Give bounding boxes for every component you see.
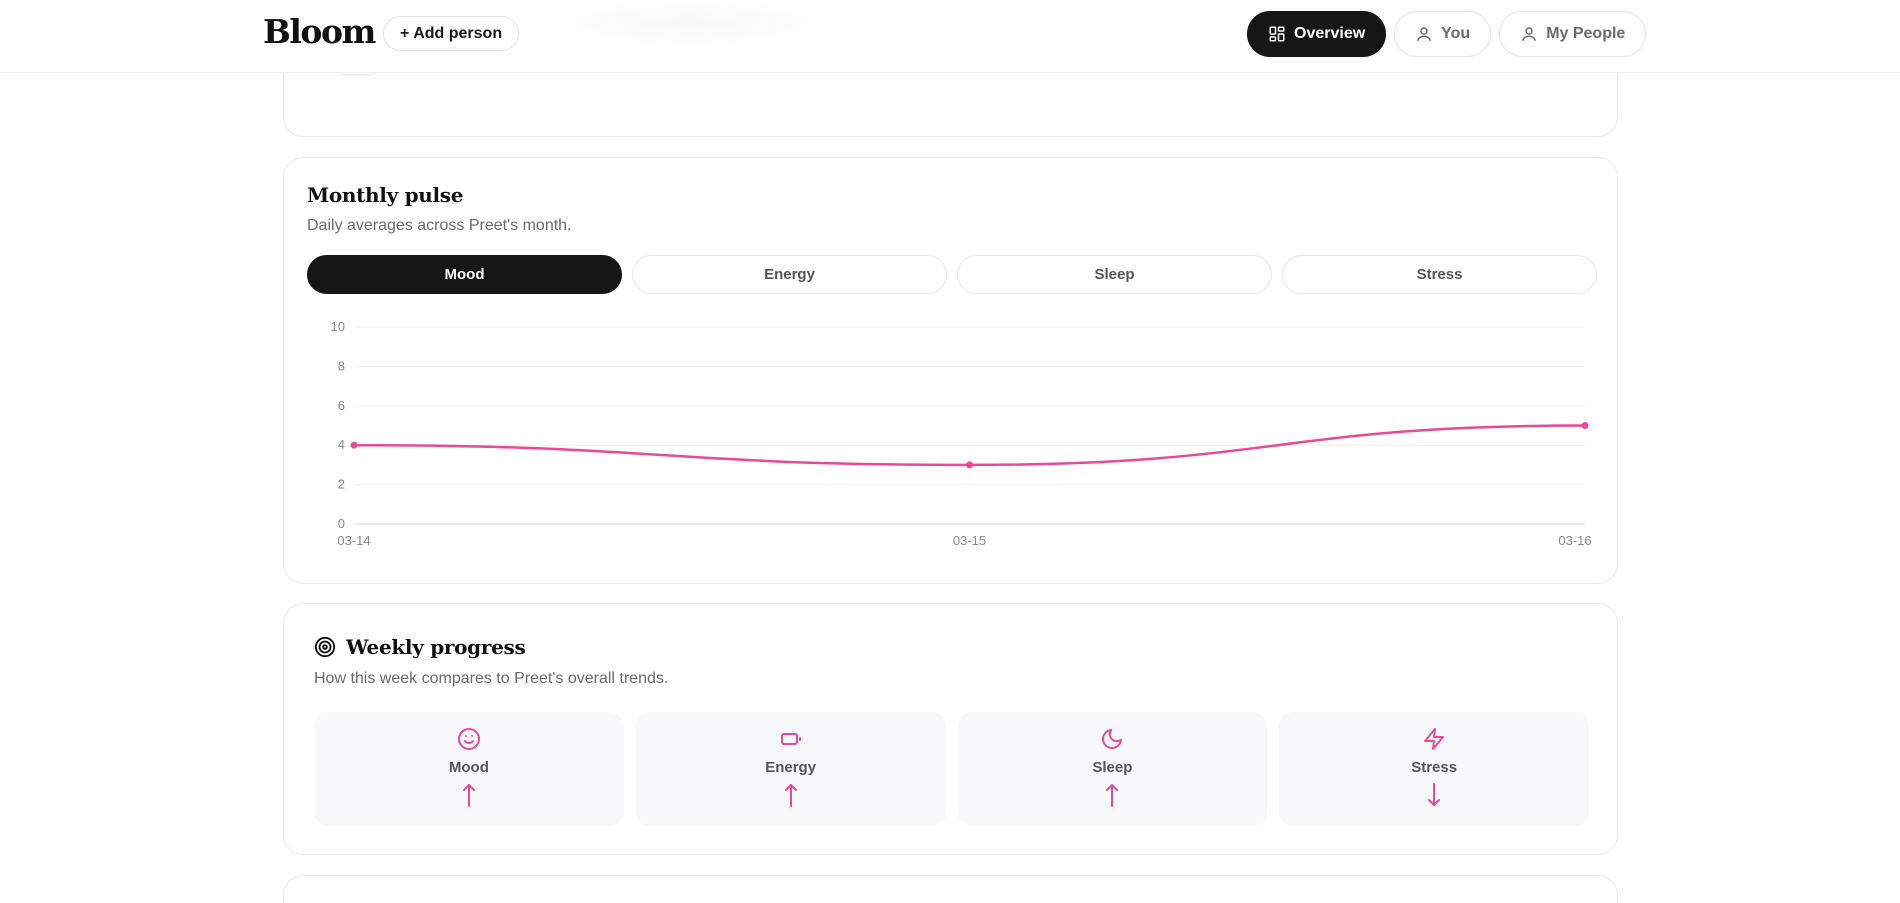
y-tick-label: 8 <box>338 358 345 373</box>
nav-you-label: You <box>1441 25 1471 42</box>
grid-icon <box>1269 26 1285 42</box>
brand-logo[interactable]: Bloom <box>263 12 376 51</box>
zap-icon <box>1424 728 1445 750</box>
y-tick-label: 4 <box>338 437 345 452</box>
tile-energy-label: Energy <box>765 759 817 776</box>
data-point <box>1581 422 1589 429</box>
x-tick-label: 03-15 <box>953 533 986 548</box>
y-tick-label: 6 <box>338 398 345 413</box>
tile-sleep: Sleep <box>957 712 1268 826</box>
tile-mood-label: Mood <box>448 759 489 776</box>
arrow-up-icon <box>784 784 797 807</box>
weekly-subtitle: How this week compares to Preet's overal… <box>314 670 669 687</box>
tile-energy: Energy <box>635 712 946 826</box>
weekly-title: Weekly progress <box>346 635 526 659</box>
y-tick-label: 0 <box>338 516 345 531</box>
nav-my-people[interactable]: My People <box>1499 11 1647 57</box>
tile-sleep-label: Sleep <box>1092 759 1133 776</box>
nav-my-people-label: My People <box>1546 25 1626 42</box>
user-icon <box>1417 27 1431 41</box>
x-tick-label: 03-14 <box>337 533 370 548</box>
nav-you[interactable]: You <box>1394 11 1492 57</box>
tile-mood: Mood <box>314 712 624 826</box>
header-blur <box>540 4 840 42</box>
smile-icon <box>457 728 480 750</box>
main-nav: Overview You My People <box>1247 11 1900 57</box>
nav-overview[interactable]: Overview <box>1247 11 1387 57</box>
nav-overview-label: Overview <box>1294 25 1366 42</box>
moon-icon <box>1102 729 1123 749</box>
weekly-tiles: Mood Energy Sleep Stress <box>314 712 1589 826</box>
arrow-up-icon <box>1106 784 1119 807</box>
battery-icon <box>780 733 801 745</box>
data-point <box>350 441 358 449</box>
top-header: Bloom + Add person Overview You My Peopl… <box>0 0 1900 73</box>
y-tick-label: 10 <box>331 319 345 334</box>
monthly-line-chart: 0 2 4 6 8 10 03-14 03-15 03-16 <box>331 319 1592 548</box>
data-point <box>966 461 973 469</box>
weekly-progress-card: Weekly progress How this week compares t… <box>283 603 1618 855</box>
monthly-pulse-card: Monthly pulse Daily averages across Pree… <box>283 157 1618 584</box>
add-person-button[interactable]: + Add person <box>383 16 520 51</box>
x-tick-label: 03-16 <box>1558 533 1591 548</box>
weekly-header: Weekly progress <box>314 635 526 659</box>
arrow-down-icon <box>1428 783 1441 806</box>
target-icon <box>314 636 336 658</box>
y-tick-label: 2 <box>338 477 345 492</box>
arrow-up-icon <box>462 784 475 807</box>
next-card <box>283 875 1618 903</box>
tile-stress: Stress <box>1279 712 1589 826</box>
tile-stress-label: Stress <box>1411 759 1458 776</box>
user-icon <box>1522 27 1536 41</box>
